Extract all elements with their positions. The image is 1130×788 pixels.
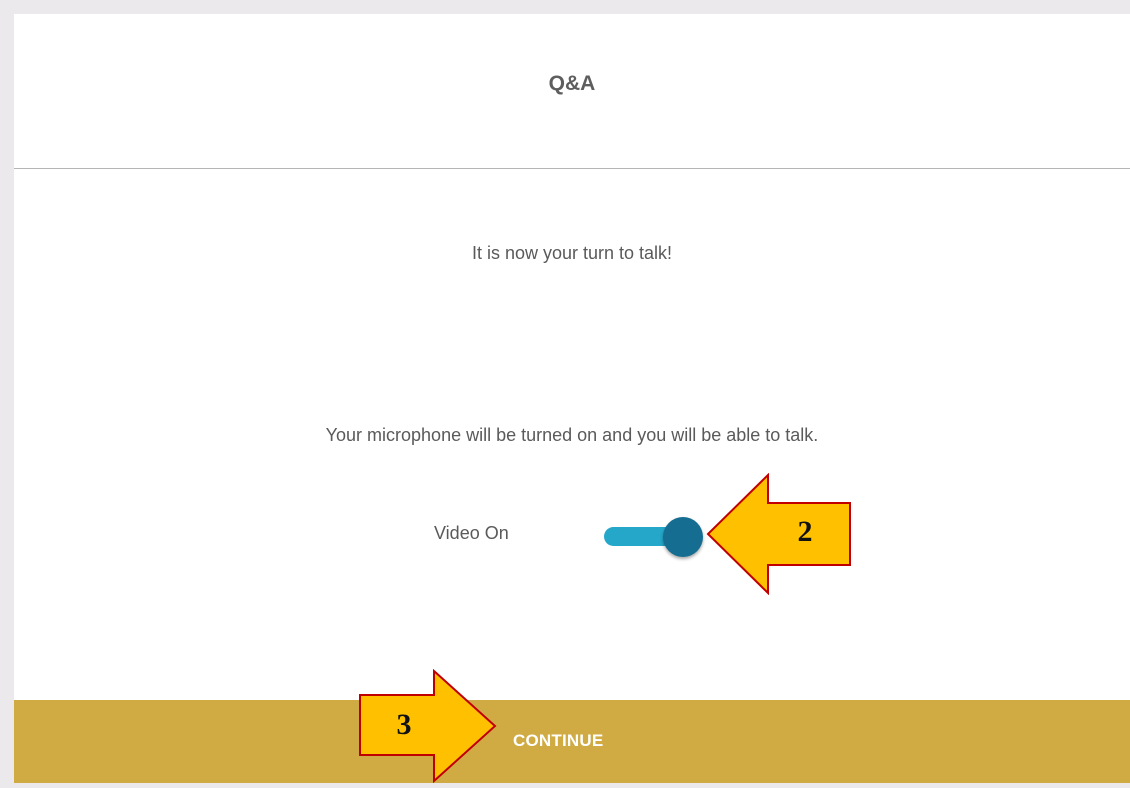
video-toggle-knob[interactable] [663, 517, 703, 557]
microphone-message: Your microphone will be turned on and yo… [325, 425, 819, 445]
continue-button[interactable]: CONTINUE [14, 700, 1130, 783]
continue-button-label: CONTINUE [513, 731, 604, 750]
turn-to-talk-message: It is now your turn to talk! [471, 243, 673, 263]
callout-3: 3 [357, 668, 497, 784]
callout-2-number: 2 [797, 515, 813, 548]
callout-2: 2 [706, 472, 852, 596]
dialog-header: Q&A [14, 14, 1130, 169]
qa-dialog: Q&A It is now your turn to talk! Your mi… [14, 14, 1130, 783]
video-toggle-label: Video On [434, 523, 509, 543]
dialog-title: Q&A [548, 72, 596, 95]
video-toggle[interactable] [600, 517, 710, 557]
callout-3-number: 3 [396, 708, 412, 741]
